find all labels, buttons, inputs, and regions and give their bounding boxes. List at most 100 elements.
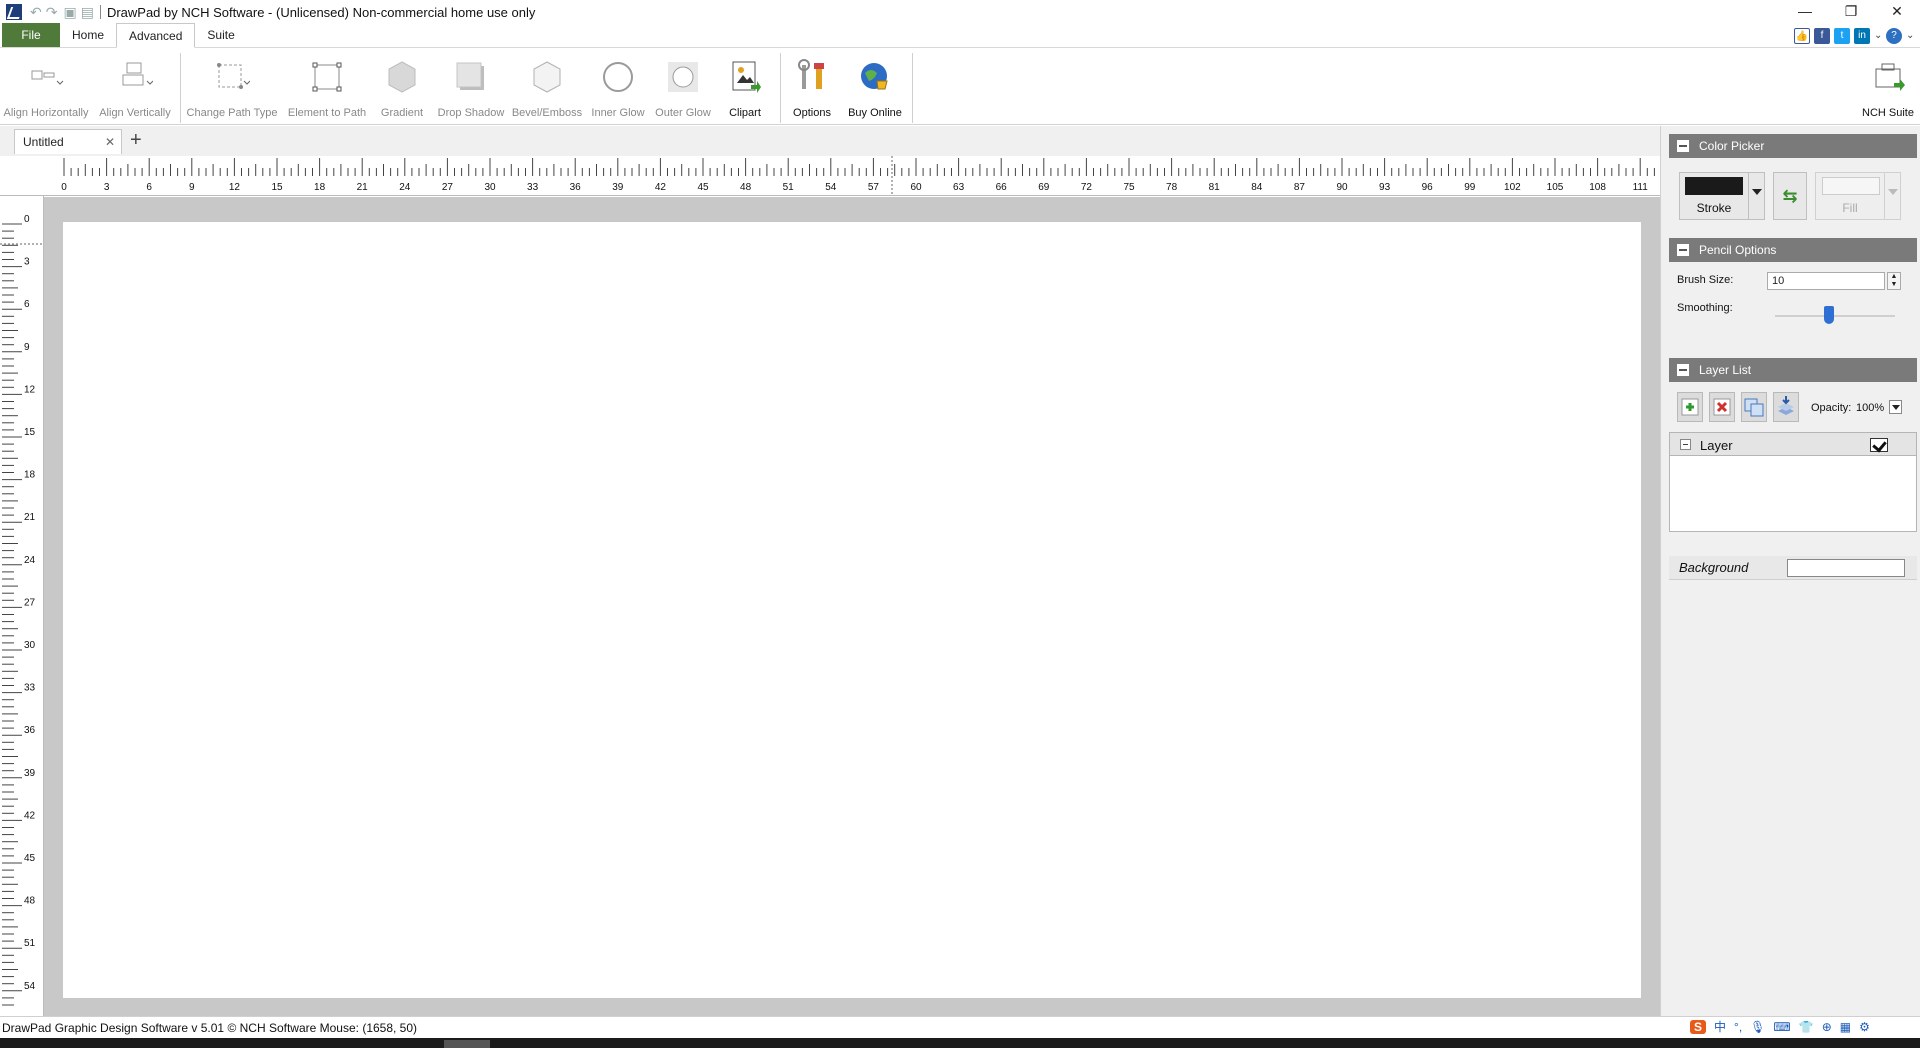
save-as-icon[interactable]: ▤ (81, 4, 94, 21)
color-picker-header[interactable]: Color Picker (1669, 134, 1917, 158)
save-icon[interactable]: ▣ (63, 4, 76, 21)
fill-color-button[interactable]: Fill (1815, 172, 1885, 220)
settings-gear-icon[interactable]: ⚙ (1859, 1020, 1870, 1034)
tab-suite[interactable]: Suite (195, 23, 246, 47)
swap-colors-button[interactable]: ⇆ (1773, 172, 1807, 220)
linkedin-icon[interactable]: in (1854, 28, 1870, 44)
ruler-label: 6 (146, 182, 152, 193)
inner-glow-button[interactable]: Inner Glow (588, 49, 648, 125)
buy-online-button[interactable]: Buy Online (842, 49, 908, 125)
layer-row[interactable]: Layer (1669, 432, 1917, 456)
background-row[interactable]: Background (1669, 556, 1917, 580)
align-vertically-button[interactable]: Align Vertically (94, 49, 176, 125)
collapse-icon[interactable] (1677, 364, 1689, 376)
element-to-path-icon (312, 62, 342, 92)
stroke-color-button[interactable]: Stroke (1679, 172, 1749, 220)
keyboard-icon[interactable]: ⌨ (1773, 1020, 1790, 1034)
title-separator (99, 5, 101, 19)
delete-layer-button[interactable] (1709, 392, 1735, 422)
tab-file[interactable]: File (2, 23, 60, 47)
vertical-ruler: 0 3 6 9 12 15 18 21 24 27 30 33 36 39 42 45 48 51 54 (0, 196, 44, 1016)
ruler-label: 93 (1379, 182, 1391, 193)
facebook-icon[interactable]: f (1814, 28, 1830, 44)
background-color-swatch[interactable] (1787, 559, 1905, 577)
pencil-options-header[interactable]: Pencil Options (1669, 238, 1917, 262)
ruler-label: 36 (24, 725, 36, 736)
ruler-label: 9 (24, 342, 30, 353)
options-button[interactable]: Options (786, 49, 838, 125)
nch-suite-button[interactable]: NCH Suite (1860, 49, 1916, 125)
window-title: DrawPad by NCH Software - (Unlicensed) N… (106, 4, 536, 20)
collapse-icon[interactable] (1677, 244, 1689, 256)
help-chevron-icon[interactable]: ⌄ (1906, 28, 1914, 44)
ime-chinese-icon[interactable]: 中 (1714, 1018, 1726, 1035)
ruler-label: 27 (442, 182, 454, 193)
undo-icon[interactable]: ↶ (30, 4, 42, 21)
tab-home[interactable]: Home (60, 23, 116, 47)
ruler-label: 99 (1464, 182, 1476, 193)
drawing-canvas[interactable] (63, 222, 1641, 998)
layer-visible-checkbox[interactable] (1870, 438, 1888, 452)
ruler-label: 96 (1422, 182, 1434, 193)
game-icon[interactable]: ⊕ (1822, 1020, 1832, 1034)
ruler-label: 51 (24, 938, 36, 949)
gradient-button[interactable]: Gradient (374, 49, 430, 125)
clipart-icon (732, 61, 761, 93)
drop-shadow-button[interactable]: Drop Shadow (434, 49, 508, 125)
restore-button[interactable]: ❐ (1828, 0, 1874, 24)
redo-icon[interactable]: ↷ (46, 4, 58, 21)
element-to-path-button[interactable]: Element to Path (286, 49, 368, 125)
collapse-icon[interactable] (1677, 140, 1689, 152)
canvas-area[interactable] (44, 197, 1660, 1016)
ime-s-icon[interactable]: S (1690, 1019, 1707, 1034)
clipart-button[interactable]: Clipart (718, 49, 772, 125)
dropdown-chevron-icon[interactable]: ⌄ (1874, 28, 1882, 44)
help-icon[interactable]: ? (1886, 28, 1902, 44)
clipart-label: Clipart (729, 107, 761, 119)
brush-size-stepper[interactable]: ▲ ▼ (1887, 272, 1901, 290)
ruler-label: 0 (61, 182, 67, 193)
brush-size-input[interactable]: 10 (1767, 272, 1885, 290)
smoothing-slider-thumb[interactable] (1824, 306, 1834, 324)
align-horizontally-button[interactable]: Align Horizontally (2, 49, 90, 125)
microphone-icon[interactable]: 🎙 (1750, 1020, 1765, 1034)
add-layer-button[interactable] (1677, 392, 1703, 422)
tab-advanced[interactable]: Advanced (116, 23, 196, 48)
ruler-label: 36 (570, 182, 582, 193)
close-tab-icon[interactable]: ✕ (105, 130, 115, 154)
merge-layer-button[interactable] (1773, 392, 1799, 422)
like-icon[interactable]: 👍 (1794, 28, 1810, 44)
ruler-label: 48 (24, 896, 36, 907)
minimize-button[interactable]: — (1782, 0, 1828, 24)
taskbar-segment (444, 1040, 490, 1048)
ruler-label: 30 (484, 182, 496, 193)
new-tab-icon[interactable]: + (130, 129, 142, 151)
title-bar: ↶ ↷ ▣ ▤ DrawPad by NCH Software - (Unlic… (0, 0, 1920, 24)
stroke-dropdown-icon[interactable] (1749, 172, 1765, 220)
skin-shirt-icon[interactable]: 👕 (1799, 1020, 1814, 1034)
duplicate-layer-button[interactable] (1741, 392, 1767, 422)
layer-list-header[interactable]: Layer List (1669, 358, 1917, 382)
ruler-label: 102 (1504, 182, 1521, 193)
grid-apps-icon[interactable]: ▦ (1840, 1020, 1851, 1034)
bevel-emboss-button[interactable]: Bevel/Emboss (510, 49, 584, 125)
align-horizontally-icon (31, 70, 64, 85)
smoothing-slider-track[interactable] (1775, 315, 1895, 317)
layer-contents[interactable] (1669, 456, 1917, 532)
ruler-label: 54 (24, 981, 36, 992)
layer-collapse-icon[interactable] (1680, 439, 1691, 450)
change-path-type-button[interactable]: Change Path Type (186, 49, 278, 125)
opacity-dropdown-icon[interactable] (1889, 400, 1902, 414)
close-button[interactable]: ✕ (1874, 0, 1920, 24)
twitter-icon[interactable]: t (1834, 28, 1850, 44)
opacity-value[interactable]: 100% (1856, 402, 1884, 414)
punctuation-icon[interactable]: °, (1734, 1020, 1742, 1034)
ruler-label: 30 (24, 640, 36, 651)
fill-dropdown-icon[interactable] (1885, 172, 1901, 220)
ruler-label: 33 (24, 683, 36, 694)
drawpad-app-icon[interactable] (6, 4, 22, 20)
document-tab-untitled[interactable]: Untitled ✕ (14, 129, 122, 154)
ruler-label: 84 (1251, 182, 1263, 193)
horizontal-ruler-ticks: 0 3 6 9 12 15 18 21 24 27 30 33 36 39 42 45 48 51 54 57 60 63… (61, 156, 1655, 196)
outer-glow-button[interactable]: Outer Glow (652, 49, 714, 125)
